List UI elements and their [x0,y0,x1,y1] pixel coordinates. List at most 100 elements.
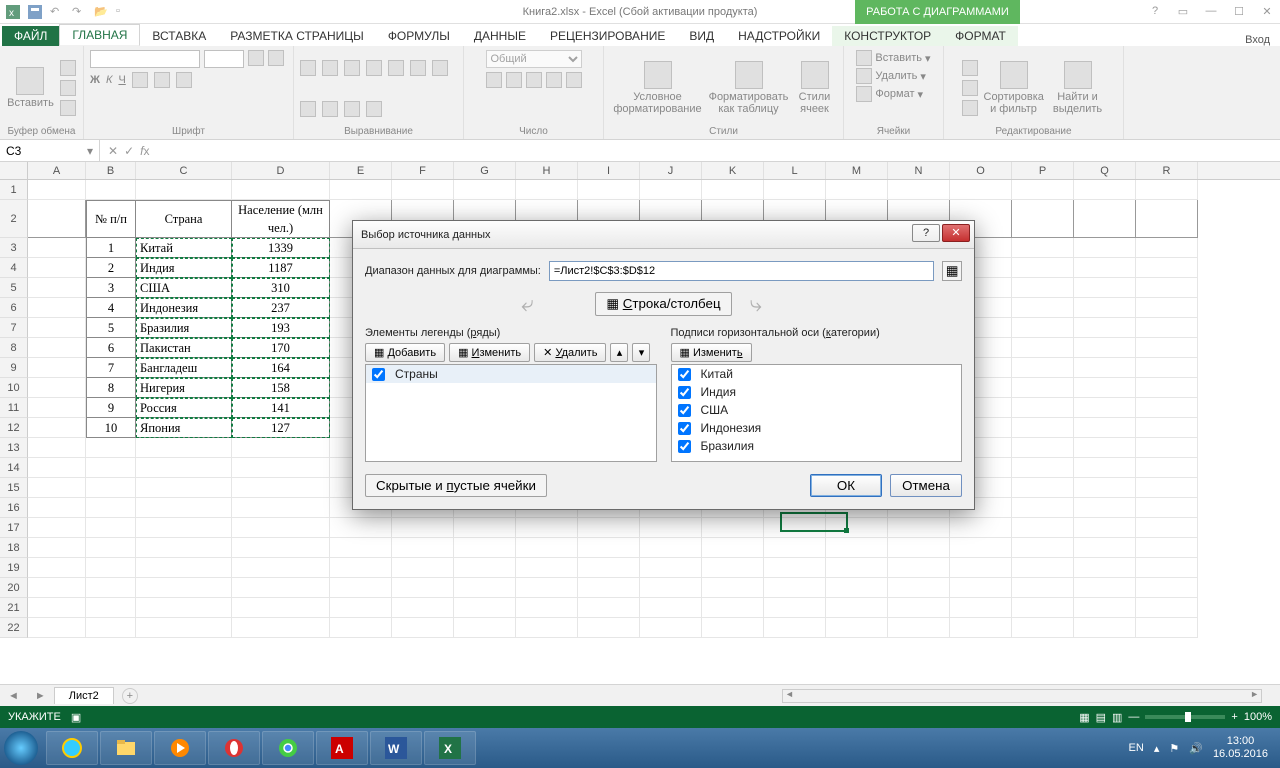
cell[interactable]: 1187 [232,258,330,278]
cell[interactable] [950,598,1012,618]
cell[interactable] [28,298,86,318]
cell[interactable] [86,598,136,618]
cell[interactable] [1074,378,1136,398]
cell[interactable] [232,618,330,638]
cell[interactable] [950,558,1012,578]
ribbon-display-icon[interactable]: ▭ [1174,5,1192,18]
row-header[interactable]: 2 [0,200,28,238]
taskbar-ie-icon[interactable] [46,731,98,765]
series-item[interactable]: Страны [366,365,656,383]
tray-lang[interactable]: EN [1129,742,1144,754]
fx-icon[interactable]: fx [140,144,149,158]
zoom-slider[interactable] [1145,715,1225,719]
increase-decimal-icon[interactable] [546,72,562,88]
series-listbox[interactable]: Страны [365,364,657,462]
sheet-tab-active[interactable]: Лист2 [54,687,114,704]
cell[interactable] [454,598,516,618]
cell[interactable] [1012,180,1074,200]
cell[interactable] [232,538,330,558]
series-checkbox[interactable] [372,368,385,381]
cell[interactable] [578,578,640,598]
cell[interactable] [640,618,702,638]
cell[interactable] [1136,418,1198,438]
cell[interactable] [1012,318,1074,338]
move-series-down-button[interactable]: ▾ [632,343,650,362]
cell[interactable] [702,558,764,578]
cell[interactable] [1012,398,1074,418]
autosum-icon[interactable] [962,60,978,76]
cell[interactable] [392,598,454,618]
cell[interactable] [764,578,826,598]
close-icon[interactable]: ✕ [1258,5,1276,18]
cell[interactable] [1074,298,1136,318]
cell[interactable] [1012,498,1074,518]
add-series-button[interactable]: ▦ Добавить [365,343,445,362]
row-header[interactable]: 20 [0,578,28,598]
cell[interactable] [702,538,764,558]
cell[interactable] [1136,538,1198,558]
categories-listbox[interactable]: КитайИндияСШАИндонезияБразилия [671,364,963,462]
cell[interactable] [454,518,516,538]
sign-in-link[interactable]: Вход [1245,34,1280,46]
cell[interactable] [702,578,764,598]
cell[interactable] [28,180,86,200]
cell[interactable] [1136,438,1198,458]
cell[interactable] [28,478,86,498]
cell[interactable] [1074,238,1136,258]
cell[interactable] [1136,298,1198,318]
cell[interactable]: Индия [136,258,232,278]
cell[interactable] [392,558,454,578]
cell[interactable] [1074,180,1136,200]
format-painter-icon[interactable] [60,100,76,116]
format-cells-button[interactable]: Формат ▾ [856,86,923,102]
cell[interactable]: 310 [232,278,330,298]
bold-button[interactable]: Ж [90,74,100,86]
cell[interactable] [330,180,392,200]
underline-button[interactable]: Ч [118,74,125,86]
edit-series-button[interactable]: ▦ Изменить [449,343,530,362]
cancel-button[interactable]: Отмена [890,474,962,497]
cell[interactable] [392,618,454,638]
chevron-down-icon[interactable]: ▾ [87,144,93,158]
start-button[interactable] [4,731,38,765]
cell[interactable] [1012,238,1074,258]
remove-series-button[interactable]: ✕ Удалить [534,343,606,362]
cell[interactable] [702,598,764,618]
cell[interactable]: 1 [86,238,136,258]
column-header[interactable]: D [232,162,330,179]
category-checkbox[interactable] [678,386,691,399]
cell[interactable] [232,518,330,538]
cell[interactable] [640,598,702,618]
cell[interactable] [1012,598,1074,618]
align-bottom-icon[interactable] [344,60,360,76]
cell[interactable] [136,458,232,478]
page-break-view-icon[interactable]: ▥ [1112,711,1122,724]
row-header[interactable]: 15 [0,478,28,498]
cell[interactable] [1136,498,1198,518]
tab-file[interactable]: ФАЙЛ [2,26,59,46]
cell[interactable]: Китай [136,238,232,258]
number-format-combo[interactable]: Общий [486,50,582,68]
cell[interactable] [86,558,136,578]
category-checkbox[interactable] [678,422,691,435]
cell[interactable] [28,318,86,338]
dialog-titlebar[interactable]: Выбор источника данных ? ✕ [353,221,974,249]
cell[interactable] [1136,578,1198,598]
new-icon[interactable]: ▫ [116,5,130,19]
comma-icon[interactable] [526,72,542,88]
sheet-nav-next-icon[interactable]: ► [27,690,54,702]
cell[interactable] [764,180,826,200]
cell[interactable] [702,618,764,638]
cell[interactable]: 193 [232,318,330,338]
column-header[interactable]: R [1136,162,1198,179]
format-as-table-button[interactable]: Форматировать как таблицу [709,61,789,115]
cell[interactable] [28,518,86,538]
cell[interactable]: Россия [136,398,232,418]
taskbar-chrome-icon[interactable] [262,731,314,765]
copy-icon[interactable] [60,80,76,96]
cell[interactable] [1012,578,1074,598]
cell[interactable] [232,498,330,518]
cell[interactable] [86,538,136,558]
row-header[interactable]: 8 [0,338,28,358]
cell[interactable] [28,358,86,378]
